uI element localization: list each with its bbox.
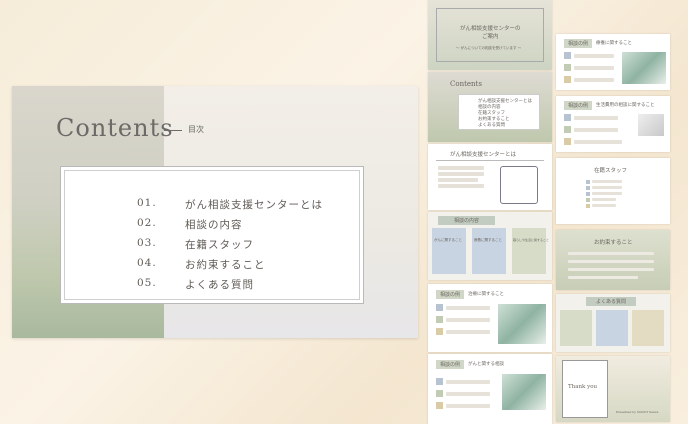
illustration-icon xyxy=(500,166,538,204)
consultation-photo xyxy=(622,52,666,84)
calculator-photo xyxy=(638,114,664,136)
example-thumbnail-1[interactable]: 相談の例 治療に関すること xyxy=(428,284,552,352)
faq-title: よくある質問 xyxy=(586,297,637,306)
example-subtitle: がんと関する相談 xyxy=(468,362,504,367)
about-title: がん相談支援センターとは xyxy=(450,152,517,158)
about-thumbnail[interactable]: がん相談支援センターとは xyxy=(428,144,552,210)
consultation-photo xyxy=(498,304,546,344)
staff-thumbnail[interactable]: 在籍スタッフ xyxy=(556,158,670,224)
cover-subtitle: 〜 がんについての相談を受けています 〜 xyxy=(456,46,522,50)
cover-thumbnail[interactable]: がん相談支援センターの ご案内 〜 がんについての相談を受けています 〜 xyxy=(428,0,552,70)
example-title: 相談の例 xyxy=(436,290,465,299)
presented-by: Presented by SODOT Seiwa xyxy=(616,410,659,414)
consult-title: 相談の内容 xyxy=(438,216,496,225)
consult-card: 療養に関すること xyxy=(474,238,502,242)
thumb-item: よくある質問 xyxy=(478,123,505,128)
thumb-contents-title: Contents xyxy=(450,80,482,88)
cover-title-2: ご案内 xyxy=(482,34,499,40)
example-title: 相談の例 xyxy=(564,101,593,110)
thanks-text: Thank you xyxy=(568,384,598,390)
example-thumbnail-2[interactable]: 相談の例 がんと関する相談 xyxy=(428,354,552,424)
consult-thumbnail[interactable]: 相談の内容 がんに関すること 療養に関すること 暮らしや生活に関すること xyxy=(428,212,552,280)
example-title: 相談の例 xyxy=(436,360,465,369)
promise-thumbnail[interactable]: お約束すること xyxy=(556,230,670,290)
consult-card: 暮らしや生活に関すること xyxy=(513,238,549,242)
thanks-thumbnail[interactable]: Thank you Presented by SODOT Seiwa xyxy=(556,356,670,422)
consult-card: がんに関すること xyxy=(434,238,462,242)
contents-thumbnail[interactable]: Contents がん相談支援センターとは 相談の内容 在籍スタッフ お約束する… xyxy=(428,72,552,142)
consultation-photo xyxy=(502,374,546,410)
faq-thumbnail[interactable]: よくある質問 xyxy=(556,294,670,352)
contents-subtitle: 目次 xyxy=(164,124,204,135)
example-thumbnail-3[interactable]: 相談の例 療養に関すること xyxy=(556,34,670,90)
example-thumbnail-4[interactable]: 相談の例 生活費用の相談に関すること xyxy=(556,96,670,152)
contents-box: 01. がん相談支援センターとは 02. 相談の内容 03. 在籍スタッフ 04. お約… xyxy=(60,166,364,304)
staff-title: 在籍スタッフ xyxy=(594,168,628,174)
promise-title: お約束すること xyxy=(594,240,633,246)
contents-slide: Contents 目次 01. がん相談支援センターとは 02. 相談の内容 03.… xyxy=(12,86,418,338)
example-subtitle: 療養に関すること xyxy=(596,41,632,46)
example-subtitle: 生活費用の相談に関すること xyxy=(596,103,655,108)
example-subtitle: 治療に関すること xyxy=(468,292,504,297)
cover-title: がん相談支援センターの xyxy=(460,26,521,32)
contents-title: Contents xyxy=(56,114,174,142)
example-title: 相談の例 xyxy=(564,39,593,48)
